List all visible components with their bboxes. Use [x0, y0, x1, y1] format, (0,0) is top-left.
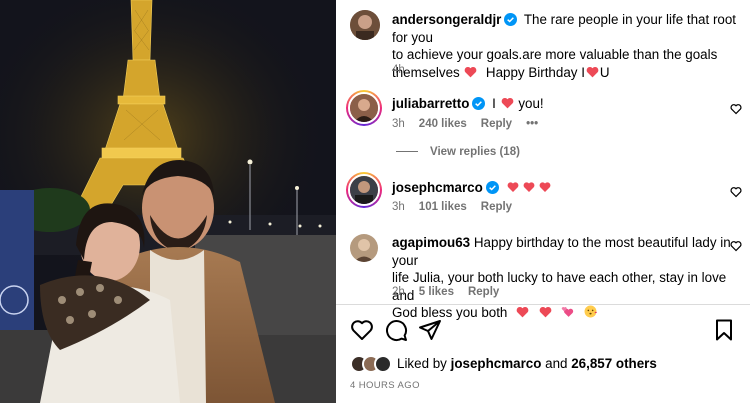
heart-icon[interactable] [730, 186, 742, 198]
author-avatar[interactable] [350, 10, 380, 40]
replies-line [396, 151, 418, 153]
liked-by-prefix: Liked by [397, 356, 447, 371]
red-heart-emoji [586, 66, 599, 77]
commenter-avatar-agapimou63[interactable] [350, 234, 378, 262]
comment-time: 3h [392, 201, 405, 213]
reply-button[interactable]: Reply [481, 201, 512, 213]
comment-josephcmarco: josephcmarco [392, 179, 722, 197]
bookmark-icon[interactable] [712, 318, 736, 342]
post-details-panel: andersongeraldjr The rare people in your… [336, 0, 750, 403]
liked-by-user[interactable]: josephcmarco [451, 356, 542, 371]
author-username[interactable]: andersongeraldjr [392, 12, 501, 27]
red-heart-emoji [465, 66, 477, 77]
reply-button[interactable]: Reply [468, 286, 499, 298]
heart-icon[interactable] [730, 103, 742, 115]
commenter-avatar-josephcmarco[interactable] [346, 172, 382, 208]
caption-line-3c: U [599, 64, 610, 80]
comment-likes[interactable]: 101 likes [419, 201, 467, 213]
kissing-face-emoji [584, 305, 597, 318]
author-avatar-image [350, 10, 380, 40]
post-time: 4h [392, 64, 419, 76]
avatar-image [350, 234, 378, 262]
verified-badge-icon [485, 181, 499, 194]
comment-text: you! [518, 96, 544, 111]
mini-avatar [374, 355, 392, 373]
eiffel-tower-couple-image [0, 0, 336, 403]
red-heart-emoji [501, 97, 513, 109]
view-replies-label: View replies (18) [430, 146, 520, 158]
liked-by-text: Liked by josephcmarco and 26,857 others [397, 356, 657, 371]
comment-meta: 3h 240 likes Reply ••• [392, 118, 552, 130]
caption-line-2: to achieve your goals.are more valuable … [392, 47, 718, 62]
post-timestamp[interactable]: 4 HOURS AGO [350, 380, 420, 391]
liked-by-and: and [545, 356, 568, 371]
red-heart-emoji [539, 306, 551, 318]
post-actions-bar [350, 318, 736, 342]
commenter-avatar-juliabarretto[interactable] [346, 90, 382, 126]
caption-line-3b: Happy Birthday I [485, 64, 585, 80]
comment-likes[interactable]: 5 likes [419, 286, 454, 298]
heart-icon[interactable] [350, 318, 374, 342]
comment-time: 2h [392, 286, 405, 298]
red-heart-emoji [539, 182, 550, 192]
reply-button[interactable]: Reply [481, 118, 512, 130]
post-time-label: 4h [392, 64, 405, 76]
share-icon[interactable] [418, 318, 442, 342]
comment-text: I [492, 96, 496, 111]
two-hearts-emoji [562, 307, 574, 317]
post-photo[interactable] [0, 0, 336, 403]
comment-meta: 2h 5 likes Reply [392, 286, 513, 298]
avatar-image [350, 176, 378, 204]
verified-badge-icon [472, 97, 486, 110]
heart-icon[interactable] [730, 240, 742, 252]
commenter-username[interactable]: agapimou63 [392, 235, 470, 250]
post-caption: andersongeraldjr The rare people in your… [392, 11, 742, 81]
red-heart-emoji [516, 306, 529, 318]
red-heart-emoji [523, 182, 534, 192]
divider [336, 304, 750, 305]
comment-juliabarretto: juliabarretto I you! [392, 95, 722, 113]
comment-agapimou63: agapimou63 Happy birthday to the most be… [392, 234, 732, 322]
view-replies-button[interactable]: View replies (18) [396, 146, 520, 158]
comment-meta: 3h 101 likes Reply [392, 201, 526, 213]
comment-time: 3h [392, 118, 405, 130]
liked-by-avatars[interactable] [350, 354, 394, 374]
more-icon[interactable]: ••• [526, 118, 538, 130]
commenter-username[interactable]: josephcmarco [392, 180, 483, 195]
verified-badge-icon [504, 13, 518, 26]
commenter-username[interactable]: juliabarretto [392, 96, 469, 111]
comment-icon[interactable] [384, 318, 408, 342]
red-heart-emoji [507, 182, 518, 192]
likes-count[interactable]: 26,857 others [571, 356, 657, 371]
comment-likes[interactable]: 240 likes [419, 118, 467, 130]
avatar-image [350, 94, 378, 122]
